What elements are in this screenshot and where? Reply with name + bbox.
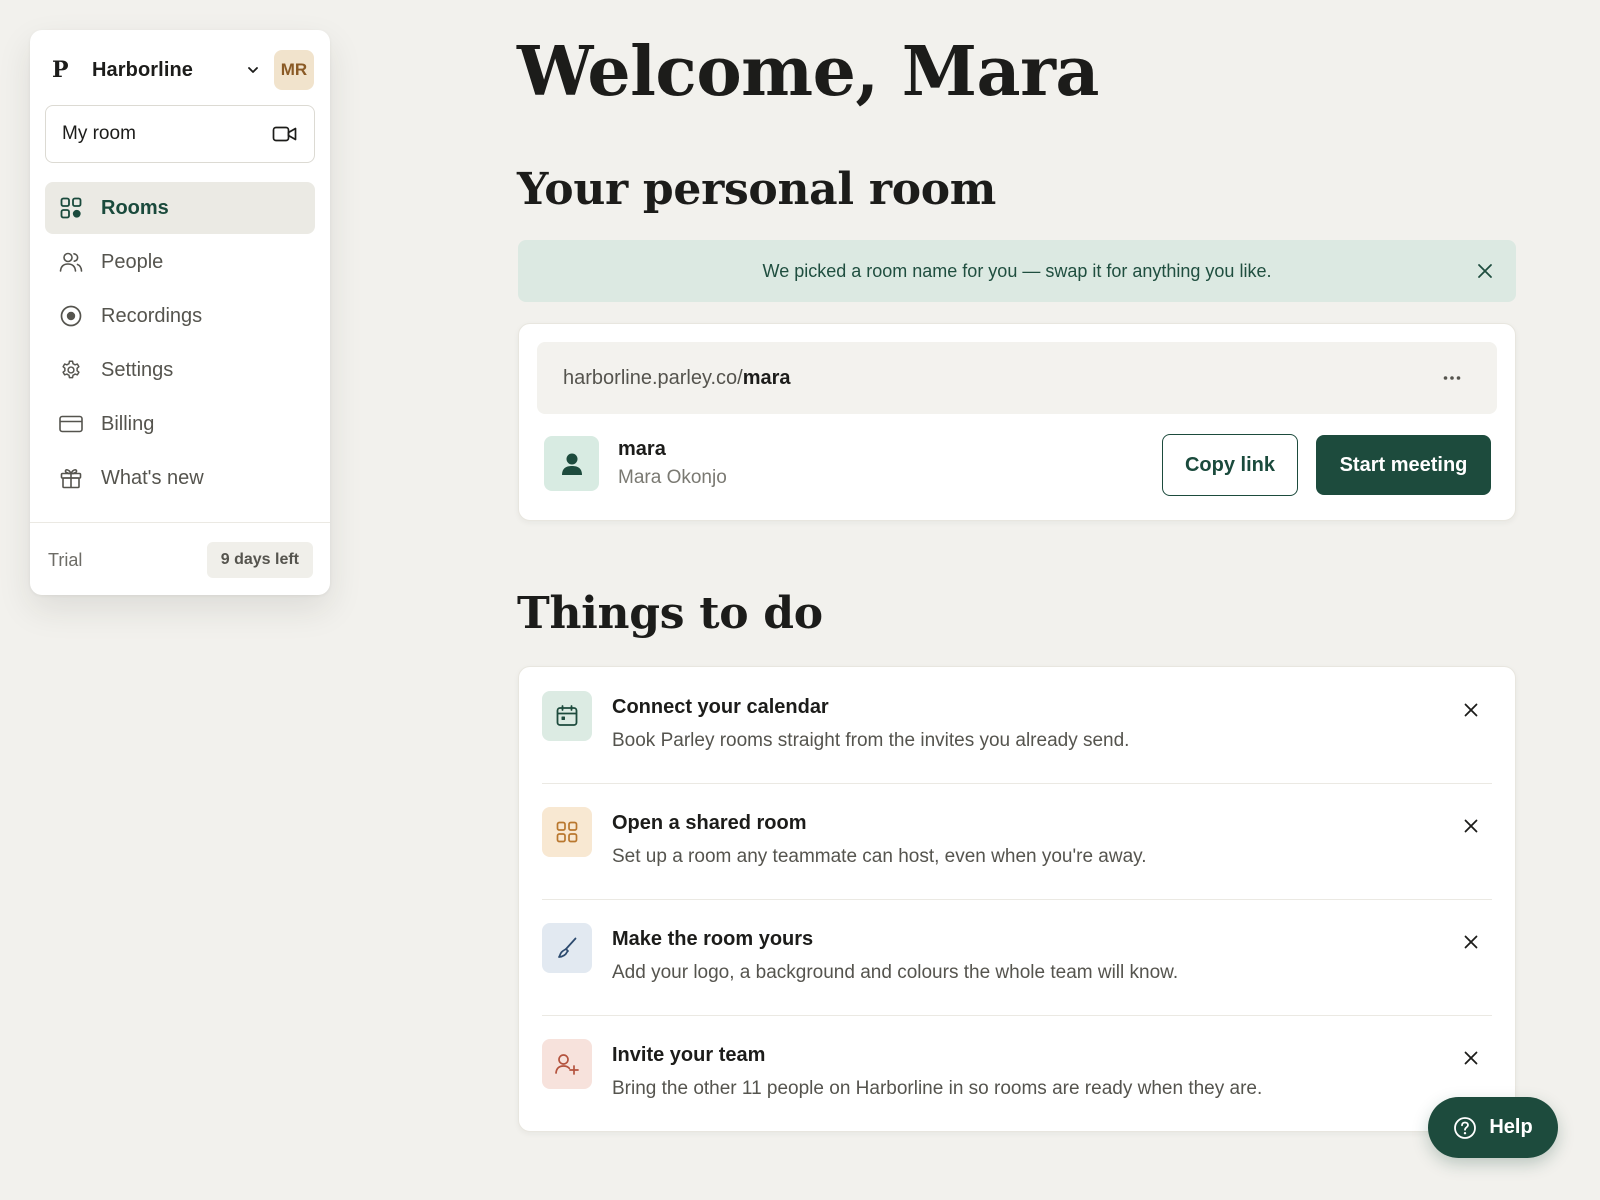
gift-icon: [59, 466, 83, 490]
sidebar-item-recordings[interactable]: Recordings: [45, 290, 315, 342]
todo-description: Set up a room any teammate can host, eve…: [612, 846, 1147, 867]
gear-icon: [59, 358, 83, 382]
my-room-button[interactable]: My room: [45, 105, 315, 163]
things-to-do-list: Connect your calendar Book Parley rooms …: [518, 666, 1516, 1132]
sidebar-item-label: Billing: [101, 412, 155, 435]
list-item[interactable]: Open a shared room Set up a room any tea…: [542, 783, 1492, 899]
avatar[interactable]: MR: [274, 50, 314, 90]
trial-label: Trial: [48, 549, 83, 570]
user-icon: [544, 436, 599, 491]
sidebar-nav: Rooms People Recordings Settings Billing: [45, 182, 315, 506]
todo-description: Add your logo, a background and colours …: [612, 962, 1179, 983]
room-url-slug: mara: [742, 366, 791, 389]
list-item[interactable]: Make the room yours Add your logo, a bac…: [542, 899, 1492, 1015]
personal-room-card: harborline.parley.co/mara mara Mara Okon…: [518, 323, 1516, 521]
close-icon[interactable]: [1460, 815, 1482, 837]
my-room-label: My room: [62, 123, 136, 144]
todo-description: Bring the other 11 people on Harborline …: [612, 1078, 1263, 1099]
question-circle-icon: [1453, 1116, 1477, 1140]
sidebar-item-label: Settings: [101, 358, 174, 381]
owner-handle: mara: [618, 438, 666, 460]
help-label: Help: [1489, 1116, 1533, 1138]
sidebar-item-label: Rooms: [101, 196, 169, 219]
things-to-do-heading: Things to do: [517, 588, 823, 639]
sidebar-item-settings[interactable]: Settings: [45, 344, 315, 396]
sidebar-item-label: People: [101, 250, 164, 273]
paintbrush-icon: [542, 923, 592, 973]
page-title: Welcome, Mara: [517, 32, 1099, 112]
start-meeting-button[interactable]: Start meeting: [1316, 435, 1491, 495]
credit-card-icon: [59, 412, 83, 436]
copy-link-button[interactable]: Copy link: [1162, 434, 1298, 496]
trial-status: Trial 9 days left: [48, 540, 313, 580]
workspace-name[interactable]: Harborline: [92, 59, 193, 82]
todo-title: Make the room yours: [612, 928, 814, 950]
trial-days-badge[interactable]: 9 days left: [206, 542, 313, 578]
todo-title: Invite your team: [612, 1044, 766, 1066]
workspace-logo: P: [52, 57, 69, 83]
owner-text: mara Mara Okonjo: [618, 438, 727, 489]
add-user-icon: [542, 1039, 592, 1089]
sidebar-item-label: Recordings: [101, 304, 203, 327]
chevron-down-icon[interactable]: [246, 63, 260, 77]
banner-text: We picked a room name for you — swap it …: [762, 260, 1272, 281]
room-url[interactable]: harborline.parley.co/mara: [537, 342, 1497, 414]
sidebar: P Harborline MR My room Rooms People Rec…: [30, 30, 330, 595]
sidebar-item-people[interactable]: People: [45, 236, 315, 288]
divider: [30, 522, 330, 523]
help-button[interactable]: Help: [1428, 1097, 1558, 1158]
list-item[interactable]: Invite your team Bring the other 11 peop…: [542, 1015, 1492, 1131]
info-banner: We picked a room name for you — swap it …: [518, 240, 1516, 302]
owner-full-name: Mara Okonjo: [618, 467, 727, 488]
todo-title: Connect your calendar: [612, 696, 829, 718]
close-icon[interactable]: [1460, 1047, 1482, 1069]
todo-title: Open a shared room: [612, 812, 807, 834]
workspace-switcher[interactable]: P Harborline MR: [52, 50, 314, 90]
personal-room-heading: Your personal room: [517, 164, 997, 215]
calendar-icon: [542, 691, 592, 741]
more-options-icon[interactable]: [1443, 375, 1461, 381]
sidebar-item-billing[interactable]: Billing: [45, 398, 315, 450]
room-url-base: harborline.parley.co/: [563, 366, 743, 389]
close-icon[interactable]: [1460, 699, 1482, 721]
people-icon: [59, 250, 83, 274]
close-icon[interactable]: [1474, 260, 1496, 282]
video-camera-icon: [272, 125, 298, 143]
grid-icon: [542, 807, 592, 857]
close-icon[interactable]: [1460, 931, 1482, 953]
sidebar-item-whats-new[interactable]: What's new: [45, 452, 315, 504]
sidebar-item-rooms[interactable]: Rooms: [45, 182, 315, 234]
sidebar-item-label: What's new: [101, 466, 204, 489]
grid-icon: [59, 196, 83, 220]
todo-description: Book Parley rooms straight from the invi…: [612, 730, 1130, 751]
record-icon: [59, 304, 83, 328]
room-owner: mara Mara Okonjo: [544, 436, 727, 491]
list-item[interactable]: Connect your calendar Book Parley rooms …: [542, 667, 1492, 783]
